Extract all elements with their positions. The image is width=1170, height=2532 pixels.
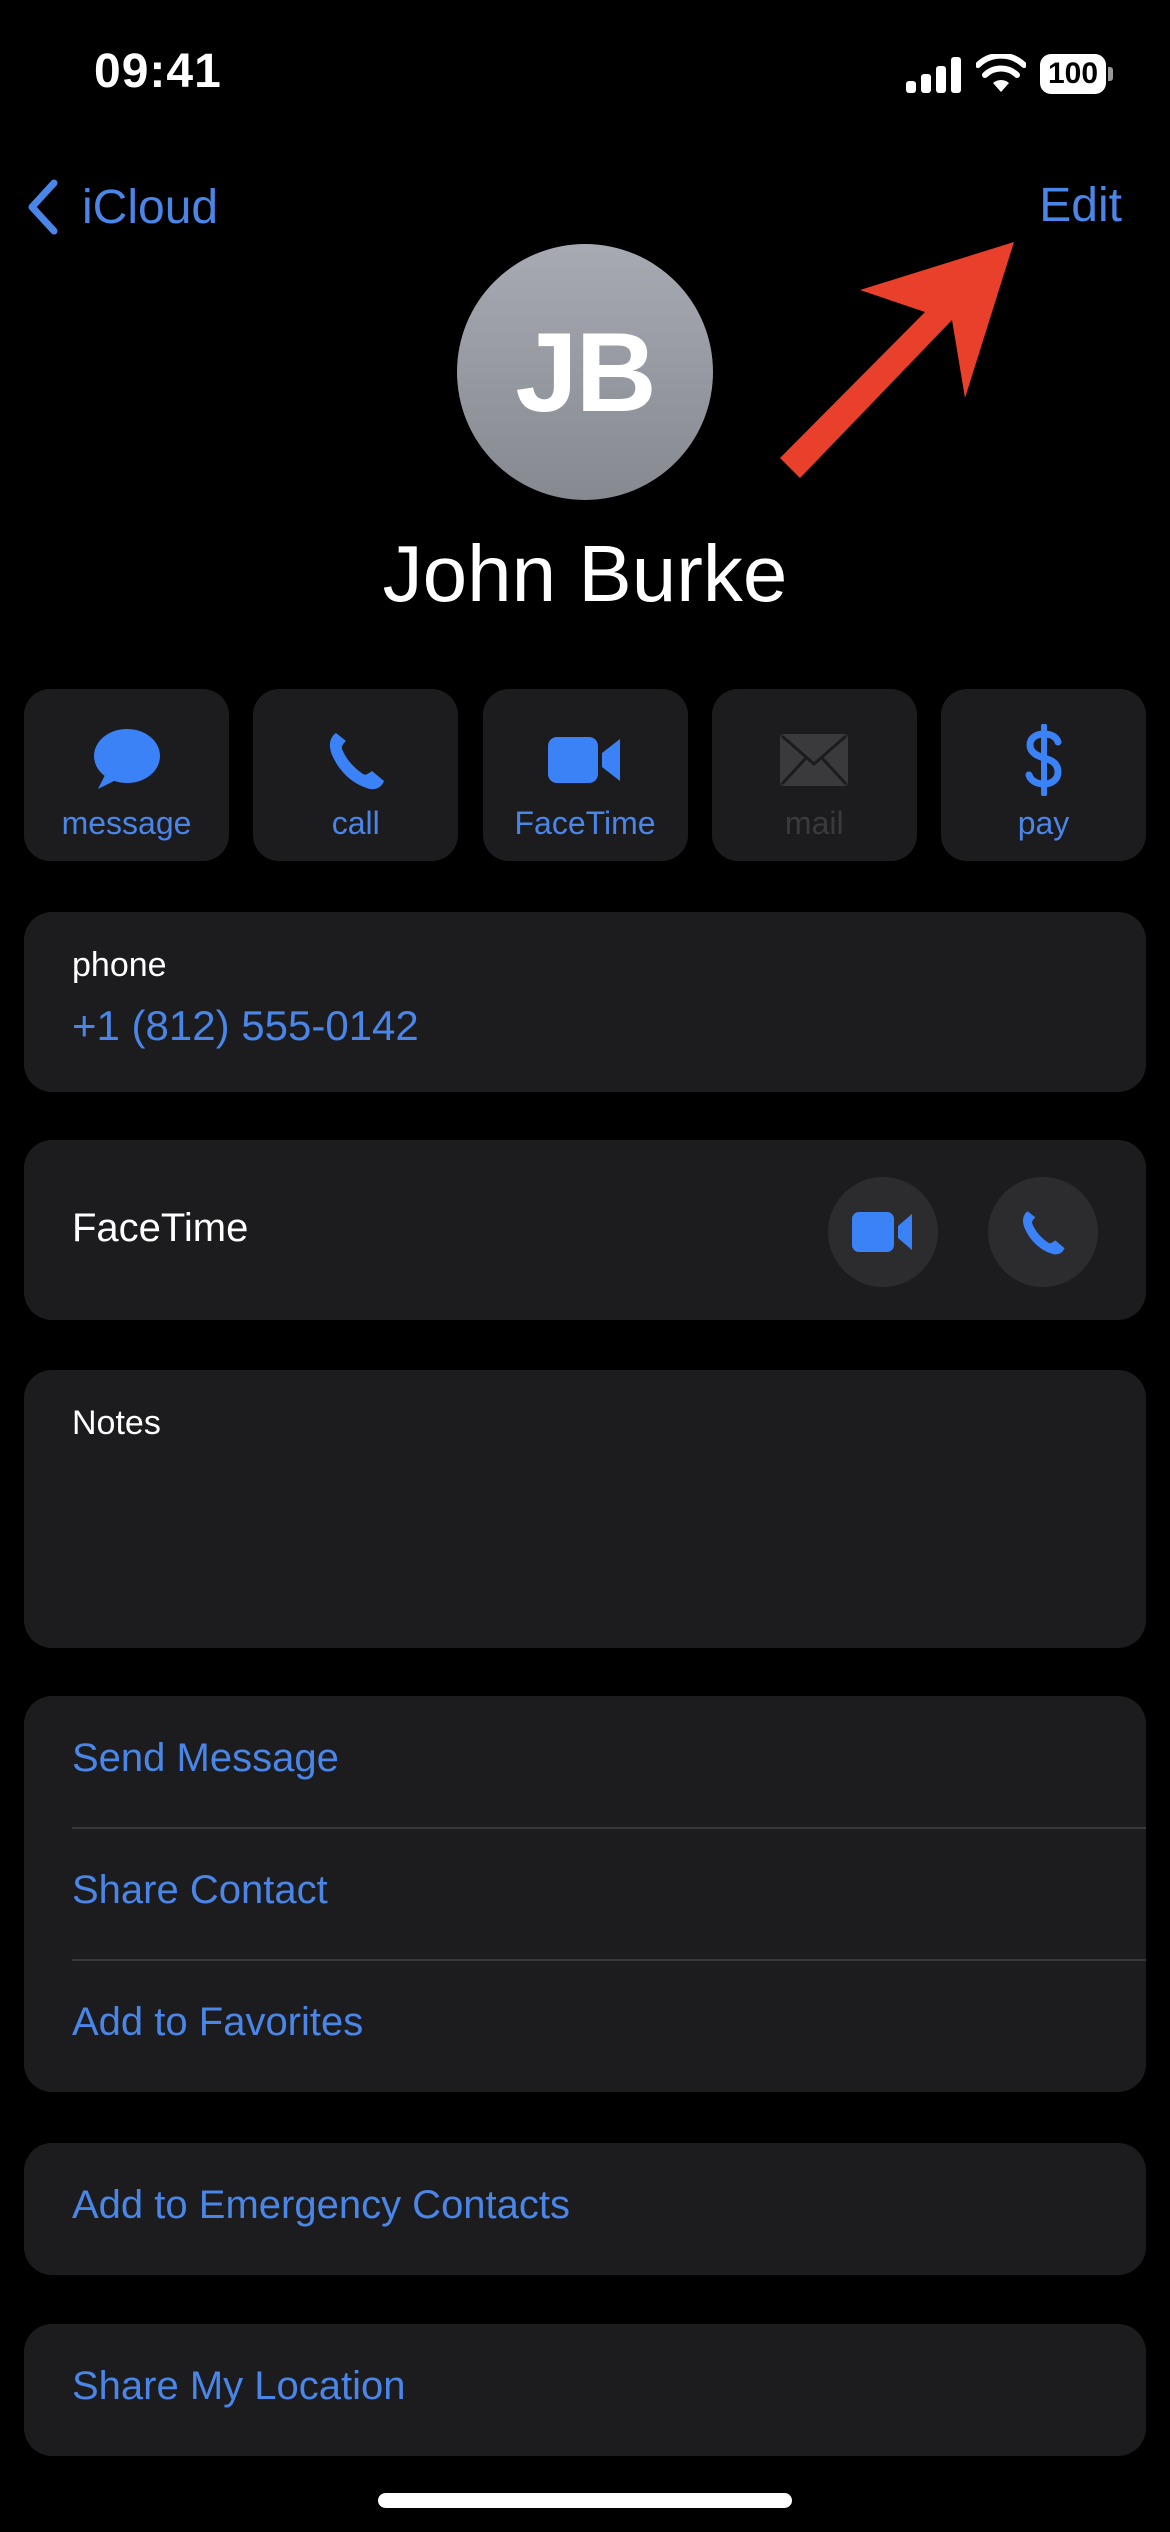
add-to-emergency-contacts-label: Add to Emergency Contacts [72,2183,571,2227]
share-my-location-label: Share My Location [72,2364,406,2408]
chevron-left-icon [28,179,58,235]
wifi-icon [976,54,1026,92]
add-to-favorites-label: Add to Favorites [72,2000,364,2044]
cellular-signal-icon [906,57,961,93]
send-message-label: Send Message [72,1736,339,1780]
back-label: iCloud [82,180,219,234]
message-action-button[interactable]: message [24,689,229,861]
video-camera-icon [852,1212,912,1252]
share-my-location-button[interactable]: Share My Location [24,2324,1146,2456]
edit-button[interactable]: Edit [1039,178,1122,233]
call-action-label: call [331,805,380,841]
mail-action-button[interactable]: mail [711,689,917,861]
message-bubble-icon [93,729,160,789]
options-list: Send Message Share Contact Add to Favori… [24,1696,1146,2092]
battery-indicator: 100 [1040,54,1113,94]
avatar: JB [457,244,713,500]
facetime-action-label: FaceTime [514,805,656,841]
pay-action-button[interactable]: pay [941,689,1146,861]
dollar-sign-icon [1025,724,1062,796]
battery-tip [1108,67,1113,81]
home-indicator[interactable] [378,2493,792,2508]
facetime-card: FaceTime [24,1140,1146,1320]
add-to-emergency-contacts-button[interactable]: Add to Emergency Contacts [24,2143,1146,2275]
notes-field[interactable]: Notes [24,1370,1146,1648]
status-time: 09:41 [94,45,222,98]
phone-number-link[interactable]: +1 (812) 555-0142 [72,1002,419,1050]
phone-card: phone +1 (812) 555-0142 [24,912,1146,1092]
send-message-button[interactable]: Send Message [24,1696,1146,1828]
facetime-video-button[interactable] [828,1177,938,1287]
quick-actions: message call FaceTime mail pay [24,689,1146,861]
add-to-favorites-button[interactable]: Add to Favorites [24,1960,1146,2092]
share-contact-label: Share Contact [72,1868,328,1912]
share-contact-button[interactable]: Share Contact [24,1828,1146,1960]
status-bar: 09:41 100 [0,0,1170,140]
video-camera-icon [548,737,620,783]
phone-icon [1023,1211,1065,1255]
back-button[interactable]: iCloud [24,172,218,242]
phone-icon [329,733,384,790]
message-action-label: message [61,805,192,841]
battery-level: 100 [1040,54,1106,94]
notes-label: Notes [72,1404,161,1442]
contact-name: John Burke [382,529,788,618]
facetime-label: FaceTime [72,1206,249,1250]
facetime-action-button[interactable]: FaceTime [482,689,688,861]
avatar-initials: JB [515,309,656,435]
annotation-arrow-icon [780,242,1014,478]
phone-label: phone [72,946,167,984]
pay-action-label: pay [1017,805,1070,841]
facetime-audio-button[interactable] [988,1177,1098,1287]
envelope-icon [780,734,849,786]
mail-action-label: mail [784,805,844,841]
call-action-button[interactable]: call [253,689,459,861]
